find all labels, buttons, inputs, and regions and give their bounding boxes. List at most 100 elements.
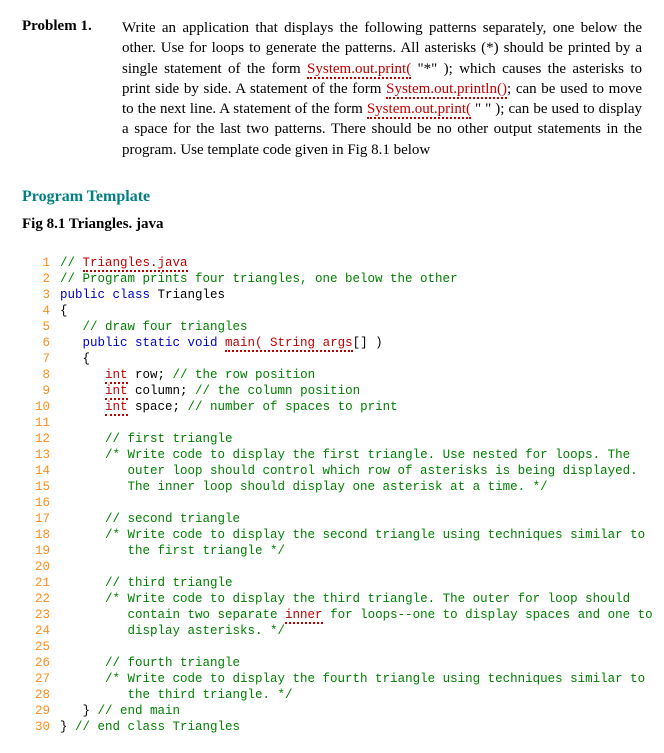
code-token: // number of spaces to print [188,400,398,414]
code-token: /* Write code to display the second tria… [105,528,645,542]
code-row: 27 /* Write code to display the fourth t… [22,671,642,687]
code-token: // Program prints four triangles, one be… [60,272,458,286]
code-line: public static void main( String args[] ) [60,335,642,351]
code-token: outer loop should control which row of a… [60,464,638,478]
code-line: contain two separate inner for loops--on… [60,607,653,623]
line-number: 6 [22,335,60,351]
code-token: // third triangle [105,576,233,590]
code-row: 6 public static void main( String args[]… [22,335,642,351]
code-row: 29 } // end main [22,703,642,719]
code-token [60,368,105,382]
line-number: 1 [22,255,60,271]
code-token [60,592,105,606]
code-line: { [60,351,642,367]
code-line [60,495,642,511]
code-row: 11 [22,415,642,431]
code-token: inner [285,608,323,624]
code-token: the third triangle. */ [60,688,293,702]
code-row: 21 // third triangle [22,575,642,591]
code-line: } // end main [60,703,642,719]
code-token [60,512,105,526]
code-token: // the column position [195,384,360,398]
code-line: The inner loop should display one asteri… [60,479,642,495]
code-row: 19 the first triangle */ [22,543,642,559]
code-token [60,400,105,414]
code-token [60,672,105,686]
line-number: 30 [22,719,60,735]
code-row: 15 The inner loop should display one ast… [22,479,642,495]
problem-row: Problem 1. Write an application that dis… [22,18,642,160]
code-row: 13 /* Write code to display the first tr… [22,447,642,463]
code-line: the first triangle */ [60,543,642,559]
code-token: // draw four triangles [83,320,248,334]
code-row: 7 { [22,351,642,367]
code-token: for loops--one to display spaces and one… [323,608,653,622]
code-token: [] ) [353,336,383,350]
code-line: // Triangles.java [60,255,642,271]
code-row: 4{ [22,303,642,319]
line-number: 23 [22,607,60,623]
line-number: 17 [22,511,60,527]
err-span-0: System.out.print( [307,61,411,79]
code-row: 8 int row; // the row position [22,367,642,383]
code-token: the first triangle */ [60,544,285,558]
code-token: { [60,304,68,318]
err-span-2: System.out.print( [367,101,471,119]
code-row: 9 int column; // the column position [22,383,642,399]
code-token: public static void [83,336,226,350]
code-line [60,639,642,655]
code-line: /* Write code to display the second tria… [60,527,645,543]
code-token: // [60,256,83,270]
code-row: 30} // end class Triangles [22,719,642,735]
line-number: 27 [22,671,60,687]
code-line: { [60,303,642,319]
code-line: // second triangle [60,511,642,527]
line-number: 22 [22,591,60,607]
code-token: // end main [98,704,181,718]
code-row: 28 the third triangle. */ [22,687,642,703]
line-number: 8 [22,367,60,383]
code-row: 17 // second triangle [22,511,642,527]
code-row: 24 display asterisks. */ [22,623,642,639]
code-line: /* Write code to display the first trian… [60,447,642,463]
line-number: 25 [22,639,60,655]
code-line: outer loop should control which row of a… [60,463,642,479]
line-number: 7 [22,351,60,367]
code-line: the third triangle. */ [60,687,642,703]
code-token: main( String args [225,336,353,352]
line-number: 2 [22,271,60,287]
code-row: 20 [22,559,642,575]
code-token [60,336,83,350]
code-token: // first triangle [105,432,233,446]
code-token [60,432,105,446]
code-token: /* Write code to display the first trian… [105,448,630,462]
code-row: 1// Triangles.java [22,255,642,271]
code-line: // third triangle [60,575,642,591]
code-line: display asterisks. */ [60,623,642,639]
code-row: 12 // first triangle [22,431,642,447]
line-number: 18 [22,527,60,543]
code-line: public class Triangles [60,287,642,303]
line-number: 4 [22,303,60,319]
code-token: int [105,368,128,384]
code-token: contain two separate [60,608,285,622]
code-line [60,415,642,431]
code-token: row; [128,368,173,382]
fig-title: Fig 8.1 Triangles. java [22,216,642,233]
code-line: /* Write code to display the fourth tria… [60,671,645,687]
code-line [60,559,642,575]
code-row: 26 // fourth triangle [22,655,642,671]
code-token: Triangles.java [83,256,188,272]
code-row: 2// Program prints four triangles, one b… [22,271,642,287]
code-line: /* Write code to display the third trian… [60,591,642,607]
code-token [60,656,105,670]
code-token: } [60,704,98,718]
line-number: 11 [22,415,60,431]
code-line: // Program prints four triangles, one be… [60,271,642,287]
code-row: 23 contain two separate inner for loops-… [22,607,642,623]
code-row: 14 outer loop should control which row o… [22,463,642,479]
code-row: 5 // draw four triangles [22,319,642,335]
code-line: int column; // the column position [60,383,642,399]
code-token: display asterisks. */ [60,624,285,638]
code-token: // fourth triangle [105,656,240,670]
